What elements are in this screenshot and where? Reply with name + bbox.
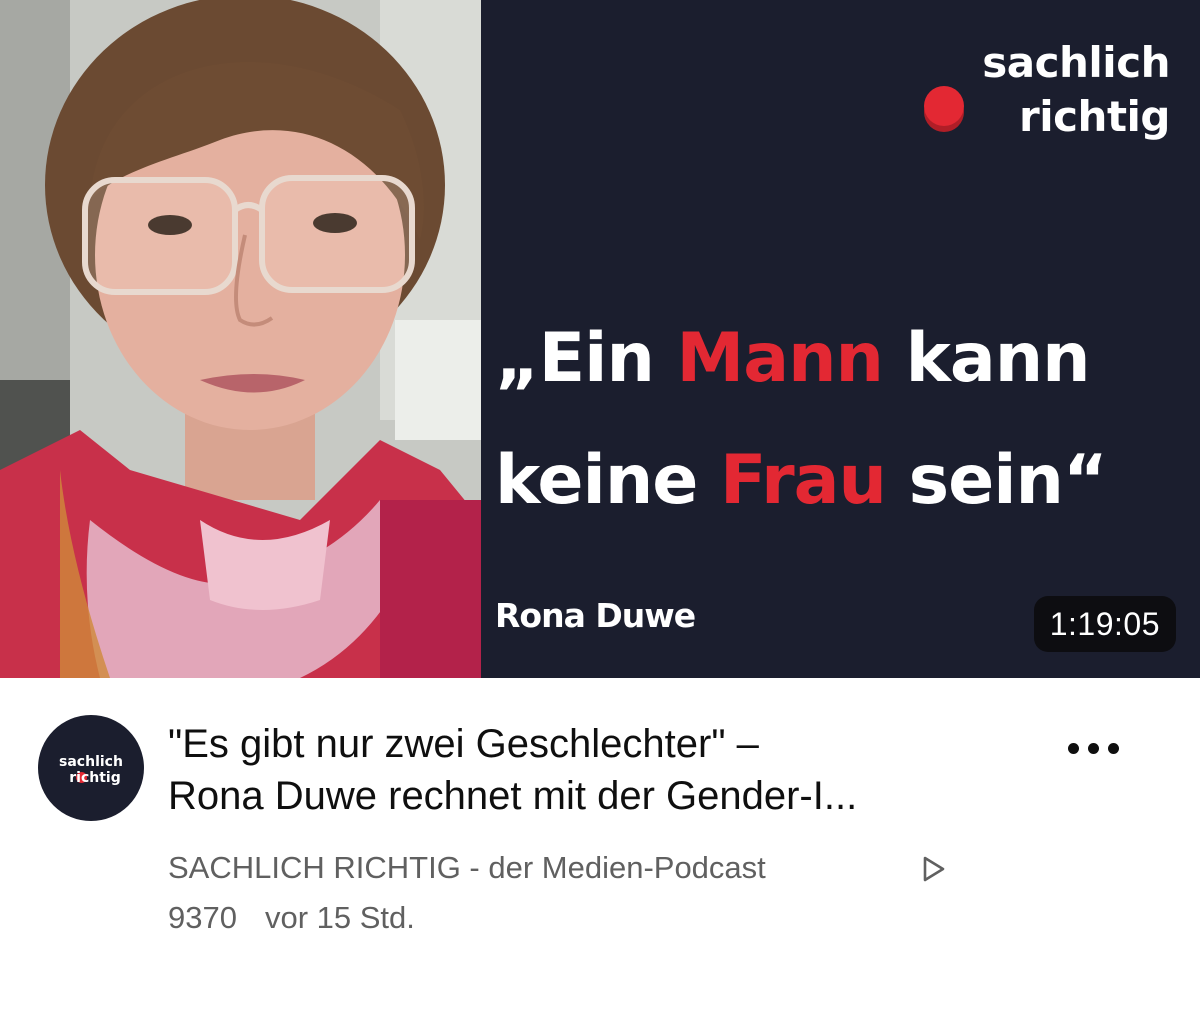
speaker-portrait xyxy=(0,0,481,678)
speaker-photo xyxy=(0,0,481,678)
play-outline-icon xyxy=(923,856,945,882)
quote-highlight: Mann xyxy=(676,319,884,398)
quote-highlight: Frau xyxy=(720,441,887,520)
view-count: 9370 xyxy=(168,900,237,935)
duration-badge: 1:19:05 xyxy=(1033,596,1176,652)
red-dot-logo-icon xyxy=(924,86,964,132)
more-horizontal-icon xyxy=(1088,743,1099,754)
thumbnail-quote: „Ein Mann kann keine Frau sein“ xyxy=(495,298,1185,542)
channel-avatar[interactable]: sachlich richtig xyxy=(38,715,144,821)
quote-text: „Ein xyxy=(495,319,677,398)
video-title-line-1: "Es gibt nur zwei Geschlechter" – xyxy=(168,722,759,766)
quote-line-2: keine Frau sein“ xyxy=(495,420,1185,542)
upload-age: vor 15 Std. xyxy=(264,900,415,935)
avatar-line2: richtig xyxy=(69,770,121,786)
brand-logo: sachlich richtig xyxy=(910,36,1170,156)
more-horizontal-icon xyxy=(1068,743,1079,754)
video-stats: 9370 vor 15 Std. xyxy=(168,900,415,936)
quote-text: kann xyxy=(882,319,1091,398)
video-title[interactable]: "Es gibt nur zwei Geschlechter" – Rona D… xyxy=(168,718,1048,822)
avatar-line1: sachlich xyxy=(59,754,123,770)
video-title-line-2: Rona Duwe rechnet mit der Gender-I... xyxy=(168,774,858,818)
quote-line-1: „Ein Mann kann xyxy=(495,298,1185,420)
brand-line1: sachlich xyxy=(982,38,1170,87)
channel-name[interactable]: SACHLICH RICHTIG - der Medien-Podcast xyxy=(168,850,766,885)
thumbnail-graphic-panel: sachlich richtig „Ein Mann kann keine Fr… xyxy=(481,0,1200,678)
video-thumbnail[interactable]: sachlich richtig „Ein Mann kann keine Fr… xyxy=(0,0,1200,678)
more-options-button[interactable] xyxy=(1062,730,1126,766)
brand-line2: richtig xyxy=(1019,92,1170,141)
quote-text: sein“ xyxy=(885,441,1108,520)
channel-row[interactable]: SACHLICH RICHTIG - der Medien-Podcast xyxy=(168,850,945,890)
quote-text: keine xyxy=(495,441,721,520)
more-horizontal-icon xyxy=(1108,743,1119,754)
video-meta: sachlich richtig "Es gibt nur zwei Gesch… xyxy=(0,678,1200,1024)
speaker-name: Rona Duwe xyxy=(495,596,696,635)
